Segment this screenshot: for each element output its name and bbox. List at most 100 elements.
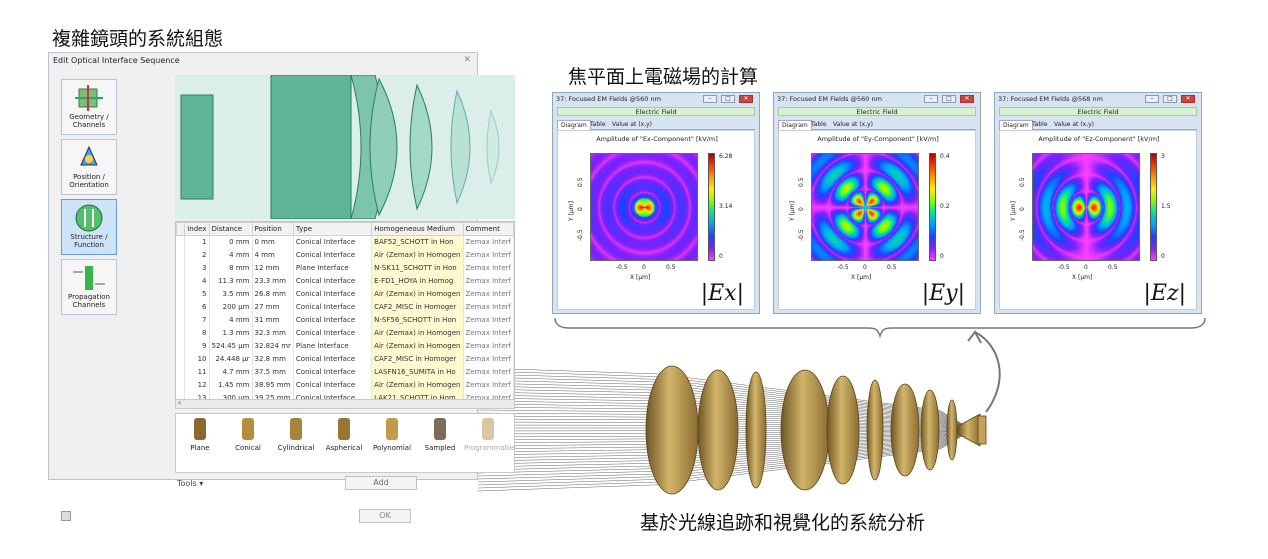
save-icon[interactable] (61, 511, 71, 521)
table-row[interactable]: 9 524.45 µm 32.824 mr Plane Interface Air (Z… (176, 339, 514, 353)
tab-value-at[interactable]: Value at (x,y) (1051, 120, 1097, 130)
interface-type-programmable[interactable]: Programmable (464, 418, 515, 452)
cell-medium[interactable]: N-SK11_SCHOTT in Hon (371, 261, 464, 275)
cell-index[interactable]: 10 (184, 352, 210, 366)
horizontal-scrollbar[interactable]: ‹ (175, 398, 515, 409)
cell-type[interactable]: Conical Interface (293, 274, 373, 288)
cell-type[interactable]: Conical Interface (293, 235, 373, 249)
cell-medium[interactable]: BAF52_SCHOTT in Hon (371, 235, 464, 249)
cell-type[interactable]: Conical Interface (293, 326, 373, 340)
cell-type[interactable]: Conical Interface (293, 287, 373, 301)
column-header[interactable]: Distance (208, 222, 253, 236)
maximize-icon[interactable]: □ (942, 95, 956, 103)
table-row[interactable]: 10 24.448 µr 32.8 mm Conical Interface CAF2_… (176, 352, 514, 366)
interface-type-aspherical[interactable]: Aspherical (320, 418, 368, 452)
table-row[interactable]: 24 mm 4 mm Conical Interface Air (Zemax) in… (176, 248, 514, 262)
cell-index[interactable]: 6 (184, 300, 210, 314)
table-row[interactable]: 4 11.3 mm 23.3 mm Conical Interface E-FD1_HO… (176, 274, 514, 288)
table-row[interactable]: 8 1.3 mm 32.3 mm Conical Interface Air (Zema… (176, 326, 514, 340)
tab-diagram[interactable]: Diagram (557, 120, 591, 130)
cell-position[interactable]: 12 mm (252, 261, 294, 275)
cell-medium[interactable]: CAF2_MISC in Homoger (371, 300, 464, 314)
cell-comment[interactable]: Zemax Interf (463, 261, 514, 275)
cell-distance[interactable]: 11.3 mm (209, 274, 253, 288)
cell-medium[interactable]: LASFN16_SUMITA in Ho (371, 365, 464, 379)
cell-index[interactable]: 5 (184, 287, 210, 301)
cell-distance[interactable]: 8 mm (209, 261, 253, 275)
tab-value-at[interactable]: Value at (x,y) (609, 120, 655, 130)
cell-comment[interactable]: Zemax Interf (463, 378, 514, 392)
tab-diagram[interactable]: Diagram (999, 120, 1033, 130)
cell-comment[interactable]: Zemax Interf (463, 300, 514, 314)
category-structure-function[interactable]: Structure / Function (61, 199, 117, 255)
cell-position[interactable]: 37.5 mm (252, 365, 294, 379)
cell-index[interactable]: 2 (184, 248, 210, 262)
cell-position[interactable]: 32.824 mr (252, 339, 294, 353)
cell-index[interactable]: 12 (184, 378, 210, 392)
cell-medium[interactable]: Air (Zemax) in Homogen (371, 287, 464, 301)
cell-medium[interactable]: Air (Zemax) in Homogen (371, 378, 464, 392)
table-row[interactable]: 5 3.5 mm 26.8 mm Conical Interface Air (Zema… (176, 287, 514, 301)
minimize-icon[interactable]: – (703, 95, 717, 103)
category-propagation-channels[interactable]: Propagation Channels (61, 259, 117, 315)
minimize-icon[interactable]: – (924, 95, 938, 103)
cell-distance[interactable]: 200 µm (209, 300, 253, 314)
maximize-icon[interactable]: □ (721, 95, 735, 103)
cell-type[interactable]: Conical Interface (293, 352, 373, 366)
em-field-window[interactable]: 37: Focused EM Fields @560 nm – □ ✕ Electric… (773, 92, 981, 314)
cell-position[interactable]: 0 mm (252, 235, 294, 249)
column-header[interactable]: Position (251, 222, 294, 236)
cell-medium[interactable]: E-FD1_HOYA in Homog (371, 274, 464, 288)
cell-type[interactable]: Conical Interface (293, 365, 373, 379)
cell-comment[interactable]: Zemax Interf (463, 365, 514, 379)
cell-index[interactable]: 1 (184, 235, 210, 249)
cell-type[interactable]: Conical Interface (293, 378, 373, 392)
cell-distance[interactable]: 1.3 mm (209, 326, 253, 340)
cell-index[interactable]: 4 (184, 274, 210, 288)
cell-type[interactable]: Conical Interface (293, 313, 373, 327)
cell-distance[interactable]: 0 mm (209, 235, 253, 249)
category-geometry-channels[interactable]: Geometry / Channels (61, 79, 117, 135)
interface-type-cylindrical[interactable]: Cylindrical (272, 418, 320, 452)
close-icon[interactable]: ✕ (1181, 95, 1195, 103)
cell-index[interactable]: 8 (184, 326, 210, 340)
tab-table[interactable]: Table (808, 120, 830, 130)
cell-type[interactable]: Conical Interface (293, 300, 373, 314)
interface-type-conical[interactable]: Conical (224, 418, 272, 452)
table-row[interactable]: 12 1.45 mm 38.95 mm Conical Interface Air (Z… (176, 378, 514, 392)
column-header[interactable]: Type (292, 222, 373, 236)
cell-index[interactable]: 3 (184, 261, 210, 275)
interface-table[interactable]: Index Distance Position Type Homogeneous… (175, 221, 515, 401)
category-position-orientation[interactable]: Position / Orientation (61, 139, 117, 195)
cell-index[interactable]: 9 (184, 339, 210, 353)
cell-index[interactable]: 7 (184, 313, 210, 327)
close-icon[interactable]: ✕ (960, 95, 974, 103)
ok-button[interactable]: OK (359, 509, 411, 523)
add-button[interactable]: Add (345, 476, 417, 490)
cell-position[interactable]: 23.3 mm (252, 274, 294, 288)
column-header[interactable]: Homogeneous Medium (371, 222, 464, 236)
cell-position[interactable]: 27 mm (252, 300, 294, 314)
cell-comment[interactable]: Zemax Interf (463, 352, 514, 366)
cell-position[interactable]: 4 mm (252, 248, 294, 262)
cell-medium[interactable]: N-SF56_SCHOTT in Hon (371, 313, 464, 327)
cell-comment[interactable]: Zemax Interf (463, 326, 514, 340)
cell-comment[interactable]: Zemax Interf (463, 248, 514, 262)
tools-menu[interactable]: Tools ▾ (177, 479, 203, 488)
cell-medium[interactable]: Air (Zemax) in Homogen (371, 248, 464, 262)
tab-diagram[interactable]: Diagram (778, 120, 812, 130)
table-row[interactable]: 6 200 µm 27 mm Conical Interface CAF2_MISC i… (176, 300, 514, 314)
cell-index[interactable]: 11 (184, 365, 210, 379)
cell-distance[interactable]: 4 mm (209, 313, 253, 327)
close-icon[interactable]: ✕ (463, 55, 471, 65)
cell-comment[interactable]: Zemax Interf (463, 339, 514, 353)
cell-medium[interactable]: CAF2_MISC in Homoger (371, 352, 464, 366)
tools-dropdown-icon[interactable]: ▾ (199, 479, 203, 488)
close-icon[interactable]: ✕ (739, 95, 753, 103)
interface-type-sampled[interactable]: Sampled (416, 418, 464, 452)
cell-position[interactable]: 32.3 mm (252, 326, 294, 340)
cell-distance[interactable]: 524.45 µm (209, 339, 253, 353)
tab-value-at[interactable]: Value at (x,y) (830, 120, 876, 130)
cell-position[interactable]: 26.8 mm (252, 287, 294, 301)
column-header[interactable]: Index (184, 222, 210, 236)
